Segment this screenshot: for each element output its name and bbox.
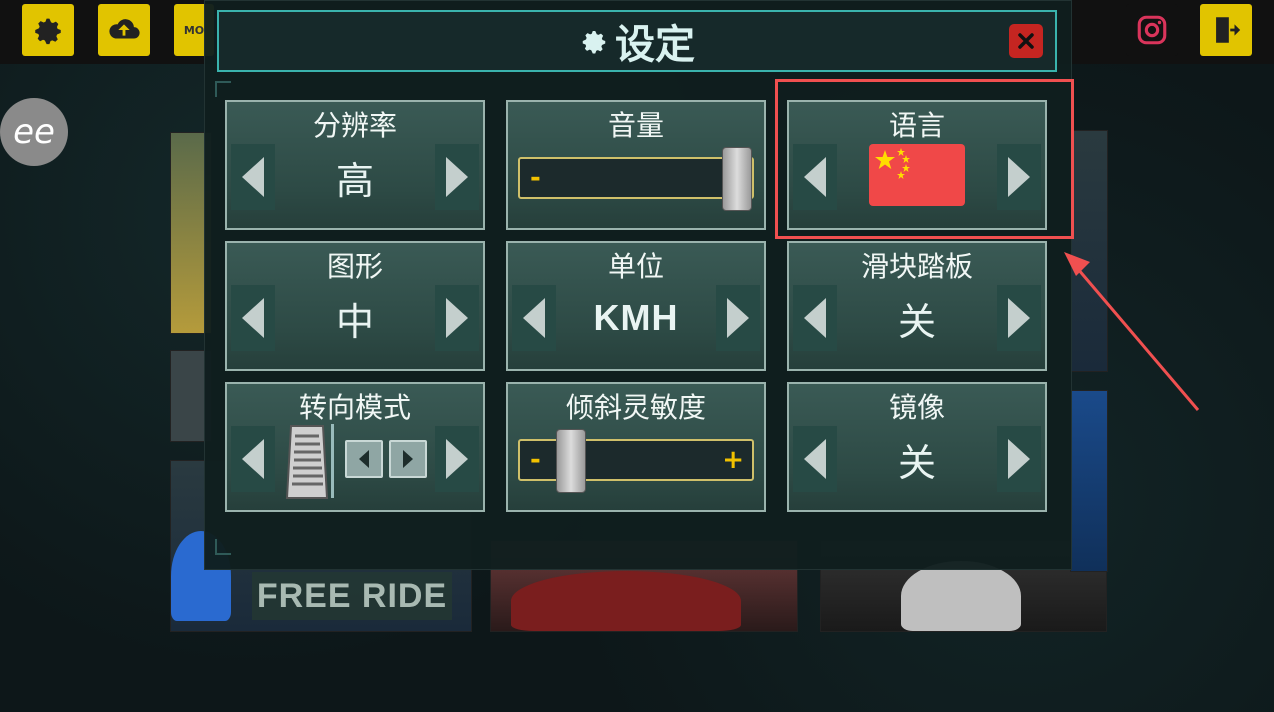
- tilt-slider-thumb[interactable]: [556, 429, 586, 493]
- arrow-right-icon: [446, 439, 468, 479]
- graphics-value: 中: [335, 299, 374, 344]
- arrow-left-icon: [804, 439, 826, 479]
- gear-icon: [582, 31, 606, 54]
- tilt-sensitivity-label: 倾斜灵敏度: [565, 391, 706, 424]
- mirror-next-button[interactable]: [997, 426, 1041, 492]
- exit-button[interactable]: [1200, 4, 1252, 56]
- graphics-tile: 图形 中: [225, 241, 485, 371]
- units-label: 单位: [607, 250, 664, 283]
- volume-label: 音量: [607, 109, 664, 142]
- instagram-button[interactable]: [1126, 4, 1178, 56]
- units-next-button[interactable]: [716, 285, 760, 351]
- close-icon: [1018, 33, 1034, 49]
- tilt-sensitivity-slider[interactable]: - +: [518, 429, 754, 493]
- arrow-right-icon: [1008, 298, 1030, 338]
- arrow-right-icon: [446, 298, 468, 338]
- resolution-prev-button[interactable]: [231, 144, 275, 210]
- car-graphic: [901, 561, 1021, 631]
- steering-mode-prev-button[interactable]: [231, 426, 275, 492]
- gear-icon: [35, 18, 61, 45]
- arrow-right-icon: [1008, 439, 1030, 479]
- volume-minus: -: [530, 163, 541, 193]
- volume-tile: 音量 - +: [506, 100, 766, 230]
- resolution-label: 分辨率: [312, 109, 397, 142]
- slider-pedal-prev-button[interactable]: [793, 285, 837, 351]
- volume-slider-thumb[interactable]: [722, 147, 752, 211]
- tilt-sensitivity-tile: 倾斜灵敏度 - +: [506, 382, 766, 512]
- modal-title: 设定: [219, 12, 1055, 70]
- free-ride-label: FREE RIDE: [252, 572, 452, 620]
- mirror-label: 镜像: [888, 391, 945, 424]
- exit-door-icon: [1216, 17, 1241, 43]
- arrow-left-icon: [242, 439, 264, 479]
- steering-mode-tile: 转向模式: [225, 382, 485, 512]
- steering-mode-next-button[interactable]: [435, 426, 479, 492]
- graphics-label: 图形: [326, 250, 383, 283]
- instagram-icon: [1137, 15, 1167, 45]
- slider-pedal-next-button[interactable]: [997, 285, 1041, 351]
- cloud-upload-icon: [109, 19, 140, 39]
- mirror-prev-button[interactable]: [793, 426, 837, 492]
- steering-mini-right-button[interactable]: [389, 440, 427, 478]
- arrow-right-icon: [446, 157, 468, 197]
- cloud-upload-button[interactable]: [98, 4, 150, 56]
- ee-logo: ee: [0, 98, 68, 166]
- arrow-right-icon: [403, 450, 413, 468]
- slider-pedal-tile: 滑块踏板 关: [787, 241, 1047, 371]
- units-prev-button[interactable]: [512, 285, 556, 351]
- volume-slider[interactable]: - +: [518, 147, 754, 211]
- settings-button[interactable]: [22, 4, 74, 56]
- arrow-left-icon: [523, 298, 545, 338]
- language-highlight-box: [775, 79, 1074, 239]
- slider-pedal-label: 滑块踏板: [860, 250, 973, 283]
- resolution-value: 高: [335, 158, 374, 203]
- arrow-left-icon: [359, 450, 369, 468]
- pedal-icon: [283, 422, 333, 502]
- mods-label: MO: [183, 23, 205, 37]
- steering-mode-label: 转向模式: [298, 391, 411, 424]
- resolution-next-button[interactable]: [435, 144, 479, 210]
- steering-mini-left-button[interactable]: [345, 440, 383, 478]
- units-tile: 单位 KMH: [506, 241, 766, 371]
- frame-corner: [215, 81, 231, 97]
- car-graphic: [511, 571, 741, 631]
- modal-title-text: 设定: [615, 22, 695, 68]
- arrow-right-icon: [727, 298, 749, 338]
- divider: [331, 424, 334, 498]
- modal-header: 设定: [217, 10, 1057, 72]
- graphics-next-button[interactable]: [435, 285, 479, 351]
- tilt-plus: +: [722, 445, 744, 475]
- arrow-left-icon: [804, 298, 826, 338]
- tilt-minus: -: [530, 445, 541, 475]
- slider-pedal-value: 关: [897, 299, 936, 344]
- close-button[interactable]: [1009, 24, 1043, 58]
- arrow-left-icon: [242, 298, 264, 338]
- frame-corner: [215, 539, 231, 555]
- mirror-value: 关: [897, 440, 936, 485]
- arrow-left-icon: [242, 157, 264, 197]
- resolution-tile: 分辨率 高: [225, 100, 485, 230]
- units-value: KMH: [593, 297, 679, 338]
- mirror-tile: 镜像 关: [787, 382, 1047, 512]
- annotation-arrow-icon: [1064, 252, 1200, 411]
- graphics-prev-button[interactable]: [231, 285, 275, 351]
